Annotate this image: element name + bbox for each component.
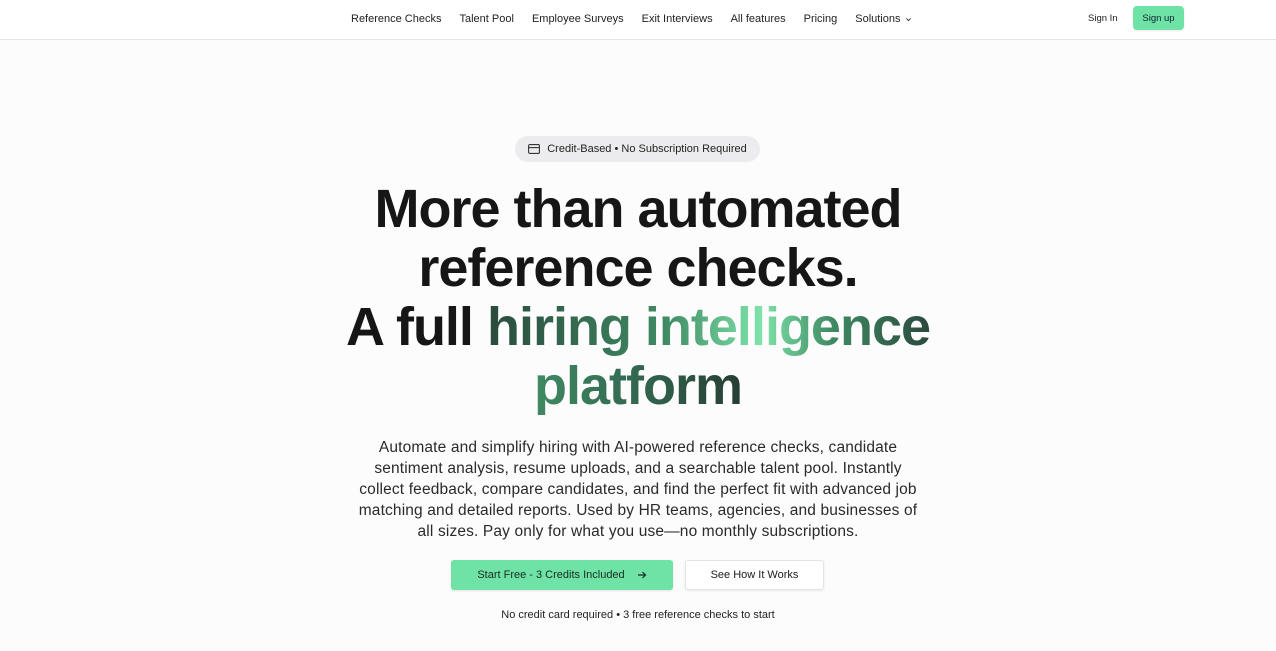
headline-line-3-plain: A full — [345, 297, 487, 357]
nav-solutions-dropdown[interactable]: Solutions — [855, 13, 911, 25]
chevron-down-icon — [905, 17, 911, 21]
cta-note: No credit card required • 3 free referen… — [501, 609, 775, 621]
badge-text: Credit-Based • No Subscription Required — [547, 143, 747, 155]
sign-up-button[interactable]: Sign up — [1133, 6, 1184, 30]
nav-solutions-label: Solutions — [855, 13, 901, 25]
nav-link-pricing[interactable]: Pricing — [804, 13, 838, 25]
start-free-button[interactable]: Start Free - 3 Credits Included — [451, 560, 673, 590]
credit-card-icon — [528, 144, 541, 154]
hero-description: Automate and simplify hiring with AI-pow… — [358, 439, 918, 540]
headline-line-1: More than automated — [374, 179, 902, 239]
nav-links: Reference Checks Talent Pool Employee Su… — [351, 0, 912, 38]
nav-link-employee-surveys[interactable]: Employee Surveys — [532, 13, 624, 25]
headline-line-2: reference checks. — [418, 238, 858, 298]
start-free-label: Start Free - 3 Credits Included — [477, 569, 625, 581]
nav-link-reference-checks[interactable]: Reference Checks — [351, 13, 442, 25]
nav-link-exit-interviews[interactable]: Exit Interviews — [642, 13, 713, 25]
headline-line-4-highlight: platform — [534, 356, 743, 416]
sign-in-link[interactable]: Sign In — [1088, 13, 1118, 24]
nav-link-talent-pool[interactable]: Talent Pool — [460, 13, 514, 25]
headline-highlight: hiring intelligence — [486, 297, 931, 357]
nav-link-all-features[interactable]: All features — [731, 13, 786, 25]
arrow-right-icon — [637, 571, 647, 579]
see-how-it-works-button[interactable]: See How It Works — [685, 560, 824, 590]
hero-headline: More than automated reference checks. A … — [0, 180, 1276, 416]
pricing-badge: Credit-Based • No Subscription Required — [515, 136, 760, 162]
top-navigation: Reference Checks Talent Pool Employee Su… — [0, 0, 1276, 40]
